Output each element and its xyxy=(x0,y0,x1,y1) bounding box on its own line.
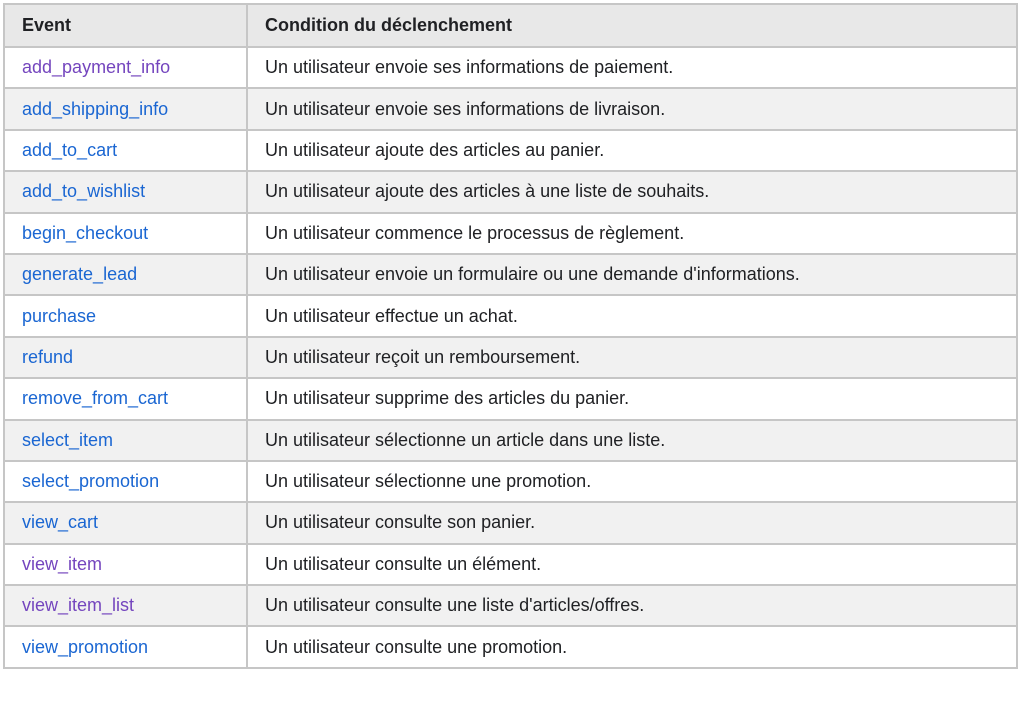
table-row: view_item_list Un utilisateur consulte un… xyxy=(3,584,1018,628)
event-cell: purchase xyxy=(3,294,248,338)
event-link[interactable]: add_shipping_info xyxy=(22,99,168,119)
event-cell: select_item xyxy=(3,418,248,462)
table-row: select_promotion Un utilisateur sélection… xyxy=(3,459,1018,504)
event-link[interactable]: view_cart xyxy=(22,512,98,532)
table-row: add_payment_info Un utilisateur envoie se… xyxy=(3,45,1018,90)
event-link[interactable]: view_item xyxy=(22,554,102,574)
condition-cell: Un utilisateur consulte une promotion. xyxy=(246,625,1018,669)
event-cell: begin_checkout xyxy=(3,211,248,255)
event-cell: add_to_wishlist xyxy=(3,170,248,214)
event-link[interactable]: add_to_cart xyxy=(22,140,117,160)
event-link[interactable]: refund xyxy=(22,347,73,367)
event-cell: refund xyxy=(3,335,248,380)
condition-cell: Un utilisateur effectue un achat. xyxy=(246,294,1018,338)
event-link[interactable]: begin_checkout xyxy=(22,223,148,243)
condition-cell: Un utilisateur ajoute des articles au pa… xyxy=(246,128,1018,173)
event-cell: add_to_cart xyxy=(3,128,248,173)
table-row: begin_checkout Un utilisateur commence le… xyxy=(3,211,1018,255)
table-body: add_payment_info Un utilisateur envoie se… xyxy=(3,45,1018,669)
condition-cell: Un utilisateur commence le processus de … xyxy=(246,211,1018,255)
event-cell: view_item xyxy=(3,542,248,587)
table-row: add_to_wishlist Un utilisateur ajoute des… xyxy=(3,170,1018,214)
header-row: Event Condition du déclenchement xyxy=(3,3,1018,48)
table-row: add_to_cart Un utilisateur ajoute des art… xyxy=(3,128,1018,173)
table-row: generate_lead Un utilisateur envoie un fo… xyxy=(3,252,1018,297)
event-link[interactable]: add_to_wishlist xyxy=(22,181,145,201)
condition-cell: Un utilisateur envoie ses informations d… xyxy=(246,87,1018,131)
table-row: view_cart Un utilisateur consulte son pan… xyxy=(3,501,1018,545)
table-row: remove_from_cart Un utilisateur supprime … xyxy=(3,377,1018,421)
event-link[interactable]: add_payment_info xyxy=(22,57,170,77)
condition-cell: Un utilisateur envoie ses informations d… xyxy=(246,45,1018,90)
event-link[interactable]: view_promotion xyxy=(22,637,148,657)
events-table: Event Condition du déclenchement add_pay… xyxy=(3,3,1018,669)
condition-cell: Un utilisateur consulte une liste d'arti… xyxy=(246,584,1018,628)
event-link[interactable]: view_item_list xyxy=(22,595,134,615)
condition-cell: Un utilisateur ajoute des articles à une… xyxy=(246,170,1018,214)
event-link[interactable]: generate_lead xyxy=(22,264,137,284)
event-cell: generate_lead xyxy=(3,252,248,297)
header-condition: Condition du déclenchement xyxy=(246,3,1018,48)
condition-cell: Un utilisateur sélectionne un article da… xyxy=(246,418,1018,462)
event-cell: remove_from_cart xyxy=(3,377,248,421)
table-row: view_item Un utilisateur consulte un élém… xyxy=(3,542,1018,587)
event-link[interactable]: select_promotion xyxy=(22,471,159,491)
event-cell: add_shipping_info xyxy=(3,87,248,131)
table-row: view_promotion Un utilisateur consulte un… xyxy=(3,625,1018,669)
event-cell: view_item_list xyxy=(3,584,248,628)
table-row: refund Un utilisateur reçoit un rembourse… xyxy=(3,335,1018,380)
condition-cell: Un utilisateur sélectionne une promotion… xyxy=(246,459,1018,504)
event-link[interactable]: purchase xyxy=(22,306,96,326)
event-cell: add_payment_info xyxy=(3,45,248,90)
condition-cell: Un utilisateur consulte un élément. xyxy=(246,542,1018,587)
table-row: add_shipping_info Un utilisateur envoie s… xyxy=(3,87,1018,131)
event-cell: select_promotion xyxy=(3,459,248,504)
condition-cell: Un utilisateur reçoit un remboursement. xyxy=(246,335,1018,380)
condition-cell: Un utilisateur consulte son panier. xyxy=(246,501,1018,545)
condition-cell: Un utilisateur supprime des articles du … xyxy=(246,377,1018,421)
event-cell: view_cart xyxy=(3,501,248,545)
header-event: Event xyxy=(3,3,248,48)
event-cell: view_promotion xyxy=(3,625,248,669)
event-link[interactable]: select_item xyxy=(22,430,113,450)
table-header: Event Condition du déclenchement xyxy=(3,3,1018,48)
table-row: purchase Un utilisateur effectue un achat… xyxy=(3,294,1018,338)
condition-cell: Un utilisateur envoie un formulaire ou u… xyxy=(246,252,1018,297)
event-link[interactable]: remove_from_cart xyxy=(22,388,168,408)
table-row: select_item Un utilisateur sélectionne un… xyxy=(3,418,1018,462)
